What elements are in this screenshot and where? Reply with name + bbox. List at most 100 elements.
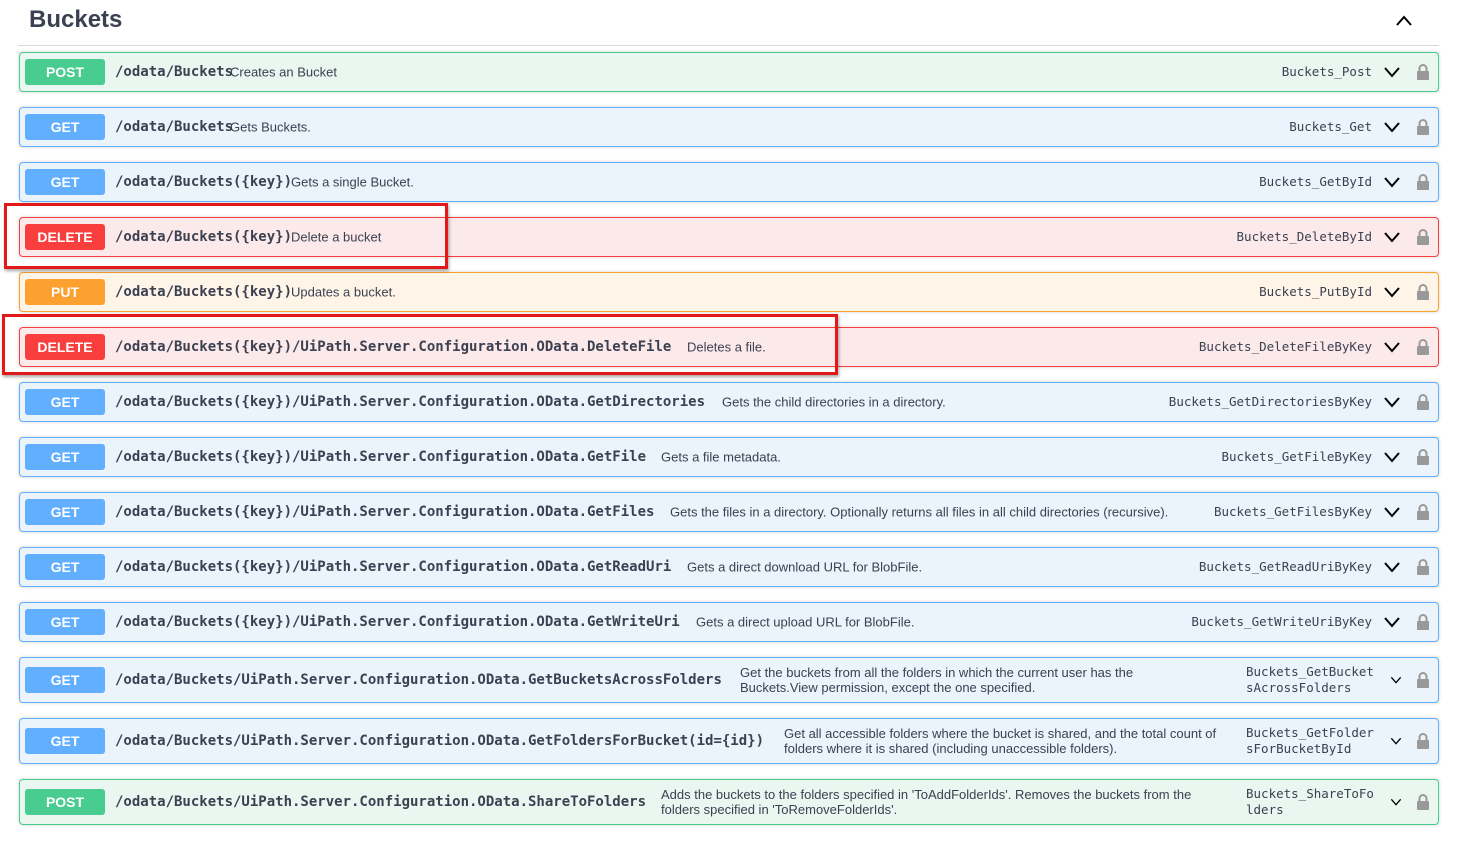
endpoint-summary: Gets Buckets. — [230, 119, 311, 135]
operation-row[interactable]: POST/odata/Buckets/UiPath.Server.Configu… — [19, 779, 1439, 825]
method-badge: POST — [25, 789, 105, 815]
operation-id: Buckets_Get — [1289, 119, 1372, 134]
operation-row[interactable]: GET/odata/Buckets({key})/UiPath.Server.C… — [19, 547, 1439, 587]
operation-row[interactable]: POST/odata/Buckets Creates an Bucket Bucke… — [19, 52, 1439, 92]
operation-row[interactable]: GET/odata/Buckets Gets Buckets. Buckets_Ge… — [19, 107, 1439, 147]
lock-icon[interactable] — [1416, 558, 1430, 576]
operation-id: Buckets_DeleteById — [1236, 229, 1372, 244]
chevron-down-icon[interactable] — [1383, 231, 1401, 243]
endpoint-path: /odata/Buckets({key}) — [115, 284, 293, 300]
endpoint-path: /odata/Buckets/UiPath.Server.Configurati… — [115, 733, 765, 749]
method-badge: GET — [25, 389, 105, 415]
operation-id: Buckets_GetReadUriByKey — [1198, 559, 1372, 574]
endpoint-path: /odata/Buckets({key})/UiPath.Server.Conf… — [115, 394, 706, 410]
operation-row[interactable]: GET/odata/Buckets/UiPath.Server.Configur… — [19, 718, 1439, 764]
operation-row[interactable]: PUT/odata/Buckets({key}) Updates a bucket… — [19, 272, 1439, 312]
lock-icon[interactable] — [1416, 283, 1430, 301]
chevron-down-icon[interactable] — [1383, 121, 1401, 133]
lock-icon[interactable] — [1416, 732, 1430, 750]
method-badge: GET — [25, 444, 105, 470]
chevron-down-icon[interactable] — [1383, 341, 1401, 353]
operation-row[interactable]: GET/odata/Buckets({key}) Gets a single Bu… — [19, 162, 1439, 202]
endpoint-summary: Gets a direct upload URL for BlobFile. — [696, 614, 915, 630]
operation-id: Buckets_Post — [1281, 64, 1372, 79]
operation-id: Buckets_GetDirectoriesByKey — [1168, 394, 1372, 409]
lock-icon[interactable] — [1416, 173, 1430, 191]
endpoint-path: /odata/Buckets — [115, 64, 234, 80]
operation-row[interactable]: GET/odata/Buckets({key})/UiPath.Server.C… — [19, 492, 1439, 532]
operation-id: Buckets_GetFoldersForBucketById — [1246, 725, 1374, 756]
chevron-down-icon[interactable] — [1390, 676, 1402, 685]
operation-id: Buckets_ShareToFolders — [1246, 786, 1374, 817]
endpoint-path: /odata/Buckets({key}) — [115, 174, 293, 190]
lock-icon[interactable] — [1416, 393, 1430, 411]
endpoint-summary: Gets a single Bucket. — [291, 174, 414, 190]
endpoint-path: /odata/Buckets({key})/UiPath.Server.Conf… — [115, 614, 680, 630]
operation-row[interactable]: DELETE/odata/Buckets({key})/UiPath.Serve… — [19, 327, 1439, 367]
operation-id: Buckets_GetFilesByKey — [1213, 504, 1372, 519]
endpoint-summary: Gets the files in a directory. Optionall… — [670, 504, 1169, 520]
lock-icon[interactable] — [1416, 338, 1430, 356]
chevron-up-icon[interactable] — [1395, 14, 1413, 28]
endpoint-path: /odata/Buckets({key})/UiPath.Server.Conf… — [115, 449, 647, 465]
method-badge: GET — [25, 609, 105, 635]
chevron-down-icon[interactable] — [1383, 451, 1401, 463]
endpoint-summary: Gets a file metadata. — [661, 449, 781, 465]
lock-icon[interactable] — [1416, 448, 1430, 466]
method-badge: GET — [25, 554, 105, 580]
method-badge: GET — [25, 728, 105, 754]
operation-row[interactable]: GET/odata/Buckets({key})/UiPath.Server.C… — [19, 382, 1439, 422]
chevron-down-icon[interactable] — [1390, 798, 1402, 807]
operation-id: Buckets_DeleteFileByKey — [1198, 339, 1372, 354]
operation-row[interactable]: DELETE/odata/Buckets({key}) Delete a buck… — [19, 217, 1439, 257]
chevron-down-icon[interactable] — [1383, 286, 1401, 298]
method-badge: GET — [25, 114, 105, 140]
endpoint-path: /odata/Buckets/UiPath.Server.Configurati… — [115, 672, 722, 688]
chevron-down-icon[interactable] — [1383, 396, 1401, 408]
section-title: Buckets — [29, 6, 123, 33]
endpoint-path: /odata/Buckets({key})/UiPath.Server.Conf… — [115, 559, 672, 575]
endpoint-summary: Get the buckets from all the folders in … — [740, 665, 1134, 695]
method-badge: PUT — [25, 279, 105, 305]
endpoint-summary: Adds the buckets to the folders specifie… — [661, 787, 1192, 817]
lock-icon[interactable] — [1416, 63, 1430, 81]
endpoint-path: /odata/Buckets({key}) — [115, 229, 293, 245]
method-badge: GET — [25, 169, 105, 195]
chevron-down-icon[interactable] — [1390, 737, 1402, 746]
endpoint-summary: Deletes a file. — [687, 339, 766, 355]
operation-row[interactable]: GET/odata/Buckets({key})/UiPath.Server.C… — [19, 602, 1439, 642]
method-badge: DELETE — [25, 224, 105, 250]
section-header[interactable]: Buckets — [18, 0, 1439, 46]
endpoint-summary: Creates an Bucket — [230, 64, 337, 80]
method-badge: DELETE — [25, 334, 105, 360]
endpoint-summary: Delete a bucket — [291, 229, 382, 245]
chevron-down-icon[interactable] — [1383, 561, 1401, 573]
method-badge: GET — [25, 499, 105, 525]
chevron-down-icon[interactable] — [1383, 506, 1401, 518]
chevron-down-icon[interactable] — [1383, 66, 1401, 78]
lock-icon[interactable] — [1416, 118, 1430, 136]
endpoint-summary: Get all accessible folders where the buc… — [784, 726, 1217, 756]
endpoint-path: /odata/Buckets({key})/UiPath.Server.Conf… — [115, 504, 655, 520]
operation-id: Buckets_GetBucketsAcrossFolders — [1246, 664, 1374, 695]
method-badge: POST — [25, 59, 105, 85]
operation-id: Buckets_PutById — [1259, 284, 1372, 299]
endpoint-summary: Gets the child directories in a director… — [722, 394, 946, 410]
endpoint-path: /odata/Buckets — [115, 119, 234, 135]
operation-id: Buckets_GetWriteUriByKey — [1191, 614, 1372, 629]
lock-icon[interactable] — [1416, 613, 1430, 631]
operation-id: Buckets_GetById — [1259, 174, 1372, 189]
lock-icon[interactable] — [1416, 793, 1430, 811]
chevron-down-icon[interactable] — [1383, 176, 1401, 188]
chevron-down-icon[interactable] — [1383, 616, 1401, 628]
endpoint-summary: Updates a bucket. — [291, 284, 396, 300]
lock-icon[interactable] — [1416, 671, 1430, 689]
endpoint-path: /odata/Buckets/UiPath.Server.Configurati… — [115, 794, 647, 810]
operation-id: Buckets_GetFileByKey — [1221, 449, 1372, 464]
lock-icon[interactable] — [1416, 228, 1430, 246]
lock-icon[interactable] — [1416, 503, 1430, 521]
operation-row[interactable]: GET/odata/Buckets/UiPath.Server.Configur… — [19, 657, 1439, 703]
method-badge: GET — [25, 667, 105, 693]
operation-row[interactable]: GET/odata/Buckets({key})/UiPath.Server.C… — [19, 437, 1439, 477]
endpoint-path: /odata/Buckets({key})/UiPath.Server.Conf… — [115, 339, 672, 355]
